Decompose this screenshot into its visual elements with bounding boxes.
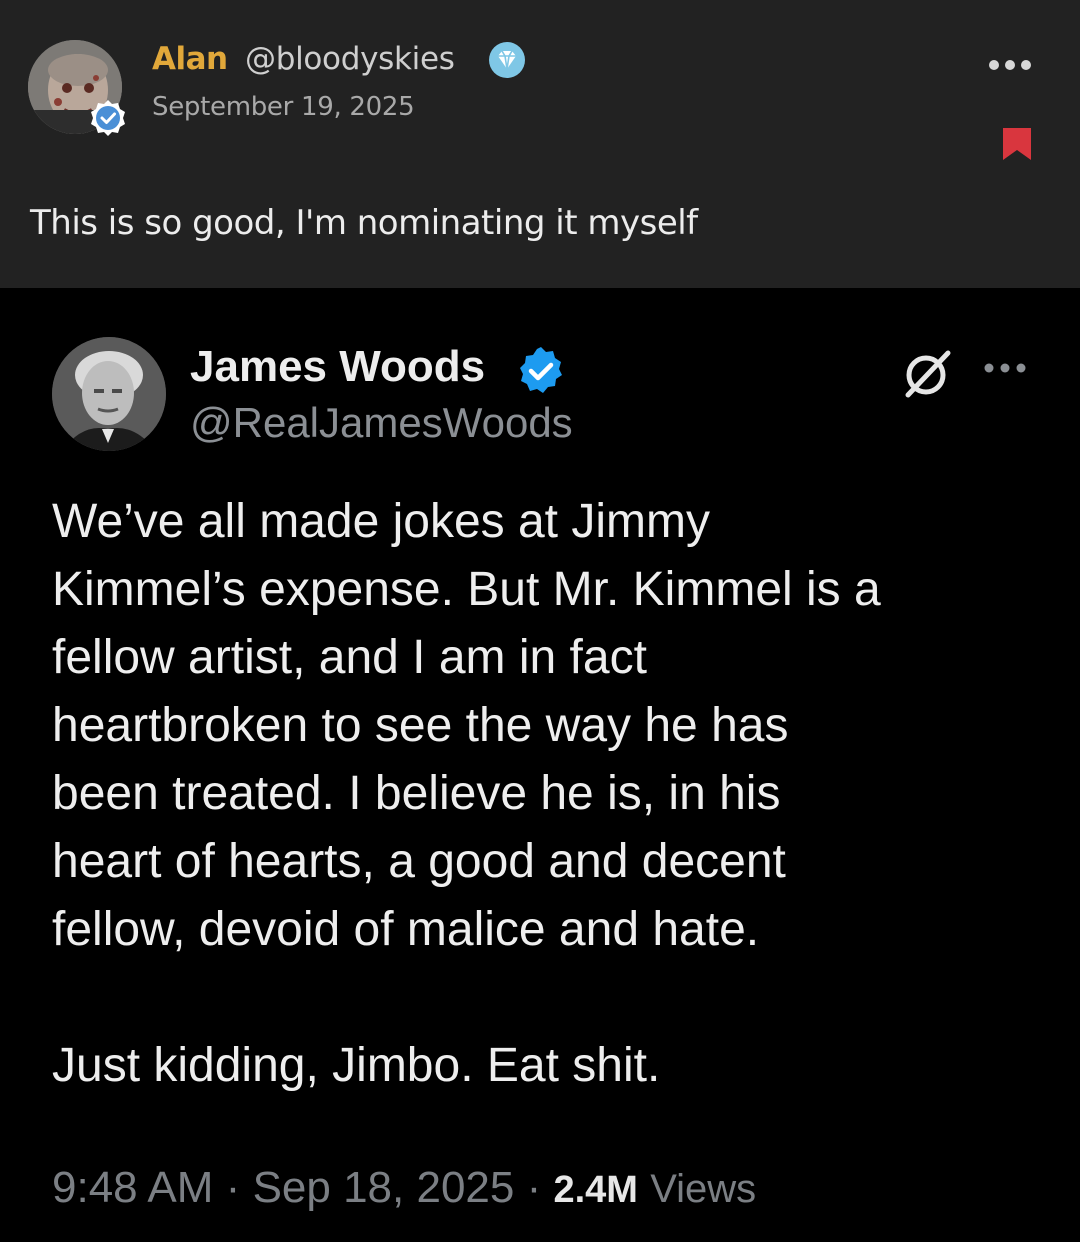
tweet-views-count: 2.4M	[553, 1169, 638, 1211]
tweet-body: We’ve all made jokes at Jimmy Kimmel’s e…	[52, 488, 1042, 1100]
tweet-punchline: Just kidding, Jimbo. Eat shit.	[52, 1039, 661, 1092]
post-text: This is so good, I'm nominating it mysel…	[30, 203, 698, 243]
tweet-body-line: heartbroken to see the way he has	[52, 699, 789, 752]
tweet-body-line: fellow, devoid of malice and hate.	[52, 903, 760, 956]
post-container: Alan @bloodyskies September 19, 2025 Thi…	[0, 0, 1080, 288]
tweet-body-line: We’ve all made jokes at Jimmy	[52, 495, 710, 548]
tweet-views-label: Views	[650, 1167, 757, 1211]
grok-icon[interactable]	[900, 345, 956, 401]
tweet-time: 9:48 AM	[52, 1163, 214, 1212]
post-author-handle[interactable]: @bloodyskies	[245, 38, 455, 80]
meta-separator: ·	[225, 1163, 241, 1212]
tweet-author-name: James Woods	[190, 342, 486, 391]
tweet-author-avatar	[52, 337, 166, 451]
tweet-body-line: been treated. I believe he is, in his	[52, 767, 781, 820]
post-author-name[interactable]: Alan	[152, 38, 228, 80]
portrait-avatar-image	[52, 337, 166, 451]
tweet-meta: 9:48 AM · Sep 18, 2025 · 2.4M Views	[52, 1160, 756, 1218]
bookmark-icon[interactable]	[1001, 126, 1033, 162]
embedded-tweet-image: James Woods @RealJamesWoods We’ve all ma…	[0, 288, 1080, 1242]
tweet-body-line: heart of hearts, a good and decent	[52, 835, 786, 888]
verified-badge-icon	[91, 100, 125, 136]
blue-verified-check-icon	[520, 347, 562, 393]
diamond-gem-icon	[489, 42, 525, 78]
post-date: September 19, 2025	[152, 92, 415, 122]
tweet-body-line: Kimmel’s expense. But Mr. Kimmel is a	[52, 563, 881, 616]
more-options-icon[interactable]	[980, 358, 1030, 378]
more-options-icon[interactable]	[986, 50, 1034, 80]
tweet-author-handle: @RealJamesWoods	[190, 399, 573, 446]
tweet-body-line: fellow artist, and I am in fact	[52, 631, 647, 684]
meta-separator: ·	[526, 1163, 542, 1212]
tweet-date: Sep 18, 2025	[252, 1163, 515, 1212]
